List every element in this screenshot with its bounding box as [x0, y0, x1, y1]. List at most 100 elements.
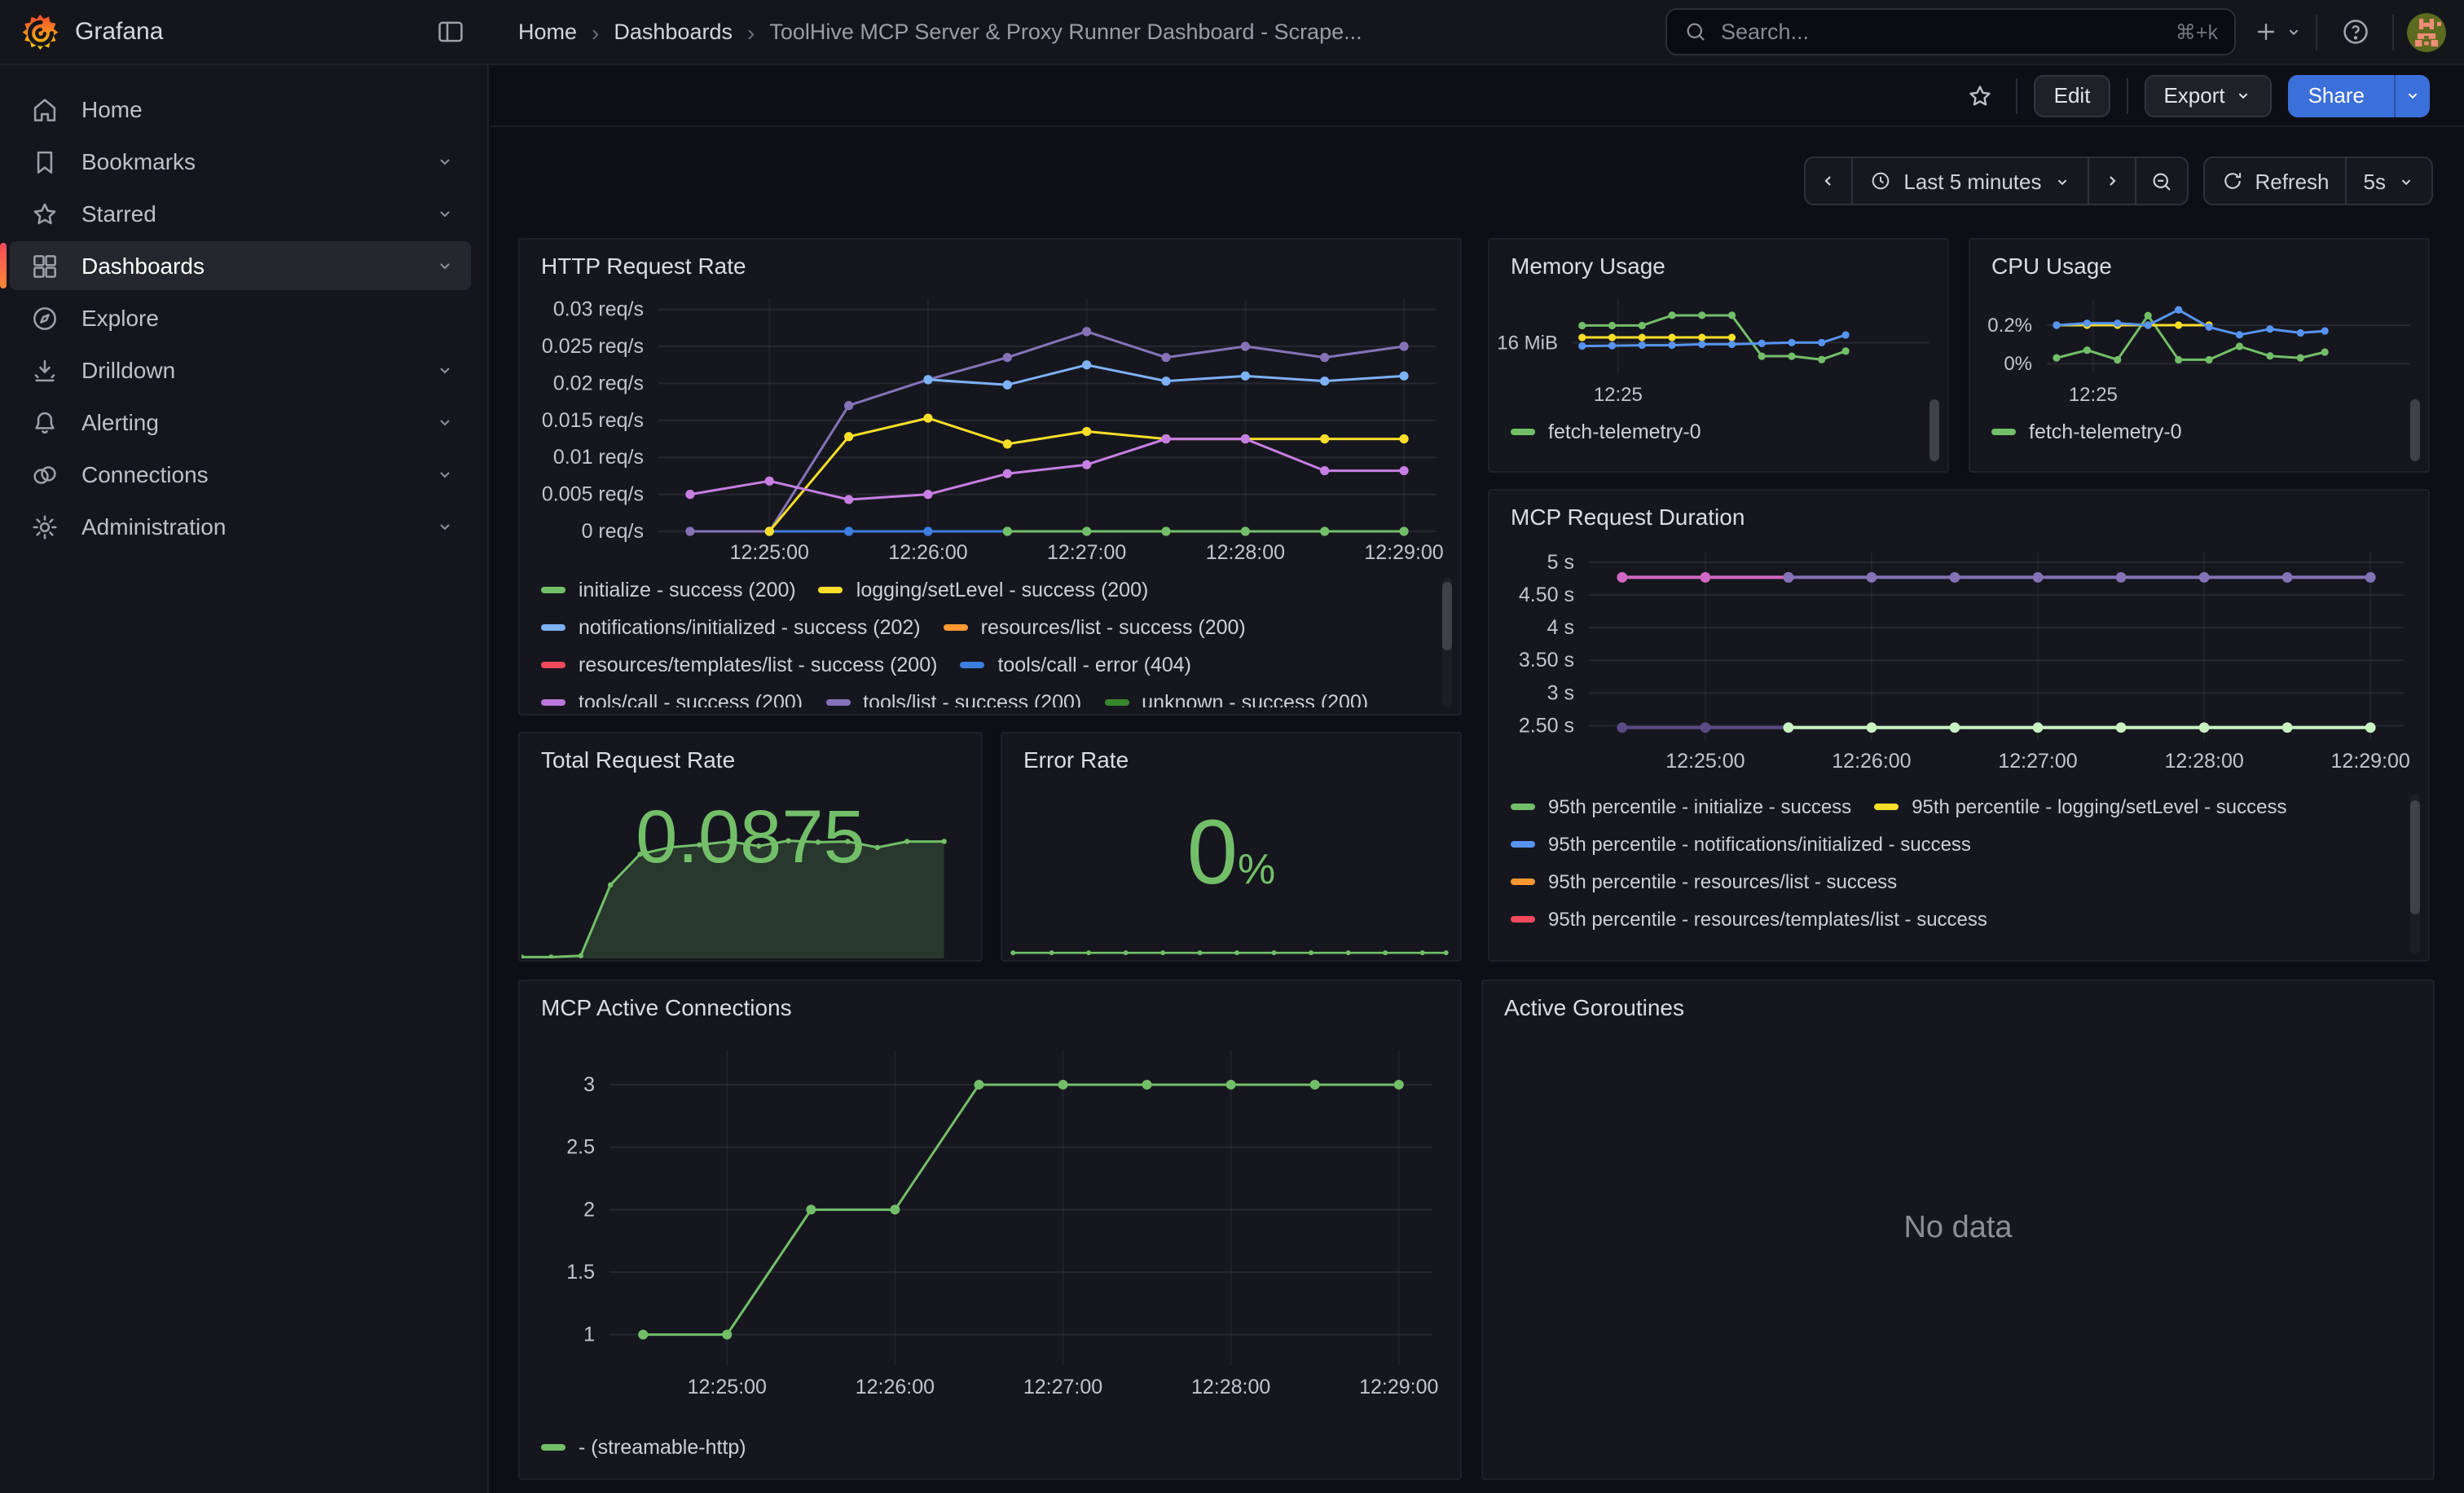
grafana-logo-icon[interactable] — [23, 14, 59, 50]
mcp-active-connections-chart[interactable]: 12:25:0012:26:0012:27:0012:28:0012:29:00… — [521, 1030, 1462, 1421]
sidebar-item-label: Home — [81, 96, 455, 122]
legend-label: fetch-telemetry-0 — [1548, 419, 1701, 445]
legend-item[interactable]: 95th percentile - logging/setLevel - suc… — [1874, 794, 2286, 820]
legend-scrollbar-thumb[interactable] — [1929, 399, 1939, 461]
legend-item[interactable]: 95th percentile - notifications/initiali… — [1511, 831, 1971, 857]
legend-item[interactable]: notifications/initialized - success (202… — [541, 614, 921, 641]
sidebar-item-bookmarks[interactable]: Bookmarks — [10, 137, 471, 186]
breadcrumb: Home›Dashboards›ToolHive MCP Server & Pr… — [518, 19, 1362, 45]
edit-button[interactable]: Edit — [2035, 74, 2110, 117]
share-menu-caret[interactable] — [2394, 74, 2430, 117]
time-shift-back-button[interactable] — [1806, 158, 1851, 204]
time-shift-forward-button[interactable] — [2087, 158, 2134, 204]
svg-text:12:28:00: 12:28:00 — [1191, 1376, 1270, 1398]
panel-title[interactable]: MCP Active Connections — [520, 981, 1460, 1027]
add-button[interactable] — [2252, 7, 2303, 56]
legend-swatch — [541, 587, 565, 594]
legend-label: tools/call - error (404) — [997, 652, 1191, 678]
legend-swatch — [825, 699, 850, 707]
legend-swatch — [1511, 804, 1535, 811]
chevron-down-icon[interactable] — [435, 204, 455, 223]
panel-title[interactable]: Error Rate — [1002, 733, 1460, 779]
legend-item[interactable]: 95th percentile - resources/templates/li… — [1511, 906, 1987, 932]
legend-label: resources/list - success (200) — [981, 614, 1246, 641]
chevron-down-icon — [2285, 23, 2303, 41]
panel-title[interactable]: MCP Request Duration — [1489, 491, 2428, 536]
share-button[interactable]: Share — [2289, 74, 2430, 117]
favorite-star-icon[interactable] — [1961, 74, 2000, 117]
sidebar-item-label: Dashboards — [81, 253, 414, 279]
legend-item[interactable]: tools/call - error (404) — [960, 652, 1191, 678]
sidebar-item-home[interactable]: Home — [10, 85, 471, 134]
chevron-down-icon[interactable] — [435, 360, 455, 380]
chevron-down-icon[interactable] — [435, 152, 455, 171]
bookmark-icon — [29, 146, 60, 177]
refresh-interval-picker[interactable]: 5s — [2346, 158, 2431, 204]
sidebar-item-drilldown[interactable]: Drilldown — [10, 346, 471, 394]
zoom-out-icon — [2149, 169, 2173, 193]
legend-item[interactable]: fetch-telemetry-0 — [1991, 419, 2182, 445]
sidebar-item-label: Starred — [81, 200, 414, 227]
time-range-picker[interactable]: Last 5 minutes — [1851, 158, 2087, 204]
svg-text:0.005 req/s: 0.005 req/s — [542, 483, 644, 506]
search-input[interactable]: Search... ⌘+k — [1665, 8, 2236, 55]
mcp-request-duration-chart[interactable]: 12:25:0012:26:0012:27:0012:28:0012:29:00… — [1491, 536, 2430, 784]
memory-usage-chart[interactable]: 12:2516 MiB — [1491, 279, 1949, 406]
legend-item[interactable]: unknown - success (200) — [1104, 689, 1368, 707]
svg-text:12:26:00: 12:26:00 — [1832, 750, 1911, 773]
svg-text:0.03 req/s: 0.03 req/s — [553, 298, 644, 321]
svg-text:0.01 req/s: 0.01 req/s — [553, 446, 644, 469]
zoom-out-time-button[interactable] — [2134, 158, 2186, 204]
breadcrumb-item[interactable]: Home — [518, 20, 577, 44]
legend-item[interactable]: 95th percentile - initialize - success — [1511, 794, 1851, 820]
panel-mcp-active-connections: MCP Active Connections 12:25:0012:26:001… — [518, 980, 1462, 1480]
legend-swatch — [960, 662, 984, 669]
compass-icon — [29, 302, 60, 333]
sidebar-item-alerting[interactable]: Alerting — [10, 398, 471, 447]
legend-label: 95th percentile - logging/setLevel - suc… — [1912, 794, 2286, 820]
legend-item[interactable]: resources/templates/list - success (200) — [541, 652, 937, 678]
error-rate-sparkline[interactable] — [1004, 936, 1462, 958]
legend-label: - (streamable-http) — [579, 1434, 746, 1460]
chevron-down-icon — [2404, 86, 2422, 104]
cpu-usage-chart[interactable]: 12:250.2%0% — [1972, 279, 2430, 406]
chevron-down-icon — [2235, 86, 2253, 104]
sidebar-item-connections[interactable]: Connections — [10, 450, 471, 499]
panel-title[interactable]: HTTP Request Rate — [520, 240, 1460, 285]
chevron-down-icon[interactable] — [435, 517, 455, 536]
legend-item[interactable]: 95th percentile - resources/list - succe… — [1511, 869, 1897, 895]
bell-icon — [29, 407, 60, 438]
legend-item[interactable]: tools/list - success (200) — [825, 689, 1081, 707]
legend-item[interactable]: - (streamable-http) — [541, 1434, 746, 1460]
legend-scrollbar-thumb[interactable] — [1442, 582, 1452, 650]
breadcrumb-item[interactable]: Dashboards — [614, 20, 733, 44]
chevron-down-icon[interactable] — [435, 465, 455, 484]
sidebar-item-starred[interactable]: Starred — [10, 189, 471, 238]
sidebar-item-explore[interactable]: Explore — [10, 293, 471, 342]
legend-scrollbar-thumb[interactable] — [2410, 800, 2420, 914]
http-request-rate-chart[interactable]: 12:25:0012:26:0012:27:0012:28:0012:29:00… — [521, 285, 1462, 574]
export-button[interactable]: Export — [2144, 74, 2272, 117]
nav-right-cluster: Search... ⌘+k — [1665, 7, 2464, 56]
legend-item[interactable]: resources/list - success (200) — [944, 614, 1246, 641]
refresh-button[interactable]: Refresh — [2204, 158, 2345, 204]
svg-text:12:28:00: 12:28:00 — [2164, 750, 2243, 773]
panel-title[interactable]: Total Request Rate — [520, 733, 981, 779]
legend-item[interactable]: initialize - success (200) — [541, 577, 796, 603]
chevron-down-icon[interactable] — [435, 256, 455, 275]
chevron-down-icon[interactable] — [435, 412, 455, 432]
svg-text:12:25:00: 12:25:00 — [1665, 750, 1745, 773]
panel-title[interactable]: Active Goroutines — [1483, 981, 2433, 1027]
legend-scrollbar-thumb[interactable] — [2410, 399, 2420, 461]
help-icon[interactable] — [2330, 7, 2379, 56]
user-avatar[interactable] — [2407, 12, 2446, 51]
legend-item[interactable]: fetch-telemetry-0 — [1511, 419, 1701, 445]
sidebar-item-dashboards[interactable]: Dashboards — [10, 241, 471, 290]
clock-icon — [1869, 170, 1892, 192]
dock-menu-toggle-icon[interactable] — [427, 9, 473, 55]
svg-text:12:26:00: 12:26:00 — [888, 541, 967, 564]
svg-text:1.5: 1.5 — [566, 1261, 595, 1284]
legend-item[interactable]: tools/call - success (200) — [541, 689, 803, 707]
sidebar-item-administration[interactable]: Administration — [10, 502, 471, 551]
legend-item[interactable]: logging/setLevel - success (200) — [819, 577, 1149, 603]
